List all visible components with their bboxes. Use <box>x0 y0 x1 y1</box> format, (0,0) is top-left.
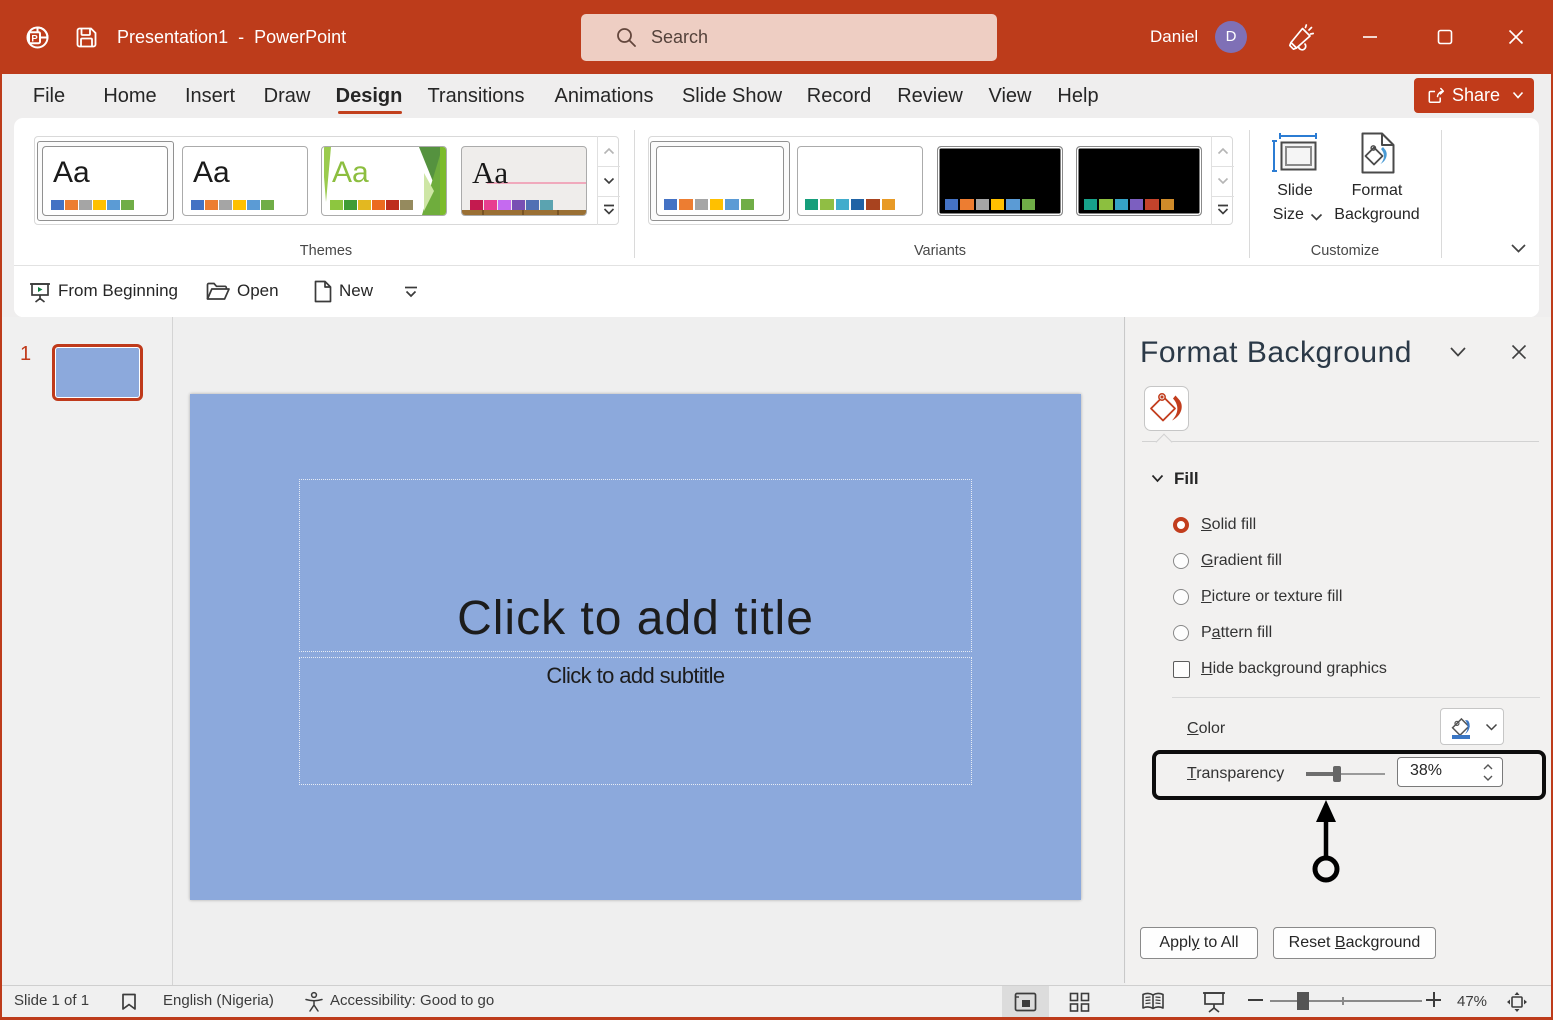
svg-text:P: P <box>31 33 38 44</box>
